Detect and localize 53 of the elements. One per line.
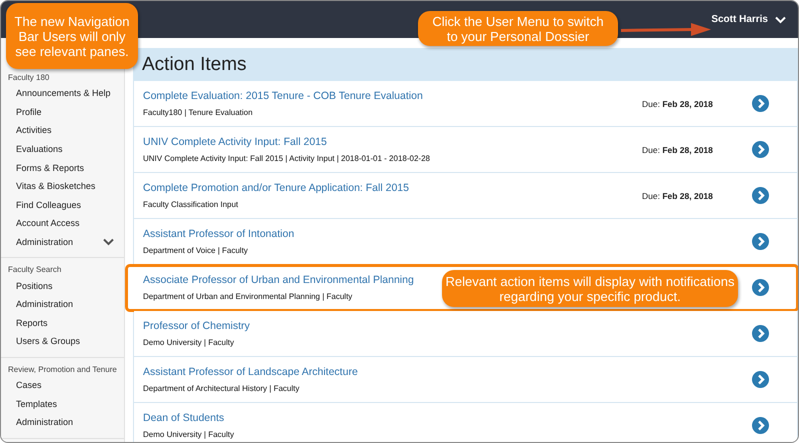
nav-link[interactable]: Templates: [16, 398, 58, 409]
nav-link[interactable]: Administration: [16, 299, 74, 310]
nav-link[interactable]: Cases: [16, 380, 42, 390]
chevron-circle-icon[interactable]: [752, 187, 769, 204]
nav-link[interactable]: Forms & Reports: [16, 162, 84, 173]
nav-link[interactable]: Positions: [16, 280, 53, 291]
nav-link[interactable]: Administration: [16, 237, 74, 248]
nav-link[interactable]: Announcements & Help: [16, 88, 111, 98]
action-item-details: Department of Voice | Faculty: [143, 246, 248, 255]
nav-link[interactable]: Account Access: [16, 218, 80, 228]
nav-link[interactable]: Activities: [16, 125, 52, 136]
callout-note: The new Navigation Bar Users will only see relevant panes.: [6, 3, 138, 69]
chevron-circle-icon[interactable]: [752, 95, 769, 112]
nav-link[interactable]: Profile: [16, 106, 42, 117]
nav-link[interactable]: Find Colleagues: [16, 200, 82, 210]
nav-link[interactable]: Users & Groups: [16, 336, 80, 346]
callout-note: Click the User Menu to switch to your Personal Dossier: [418, 11, 618, 46]
user-menu[interactable]: Scott Harris: [711, 14, 768, 25]
due-date: Due: Feb 28, 2018: [642, 144, 714, 154]
action-item-link[interactable]: Complete Promotion and/or Tenure Application: Fall 2015: [143, 182, 409, 194]
action-item-details: Demo University | Faculty: [143, 430, 234, 439]
action-item-details: Faculty180 | Tenure Evaluation: [143, 108, 253, 117]
chevron-circle-icon[interactable]: [752, 325, 769, 342]
action-item-details: UNIV Complete Activity Input: Fall 2015 | Activity Input | 2018-01-01 - 2018-02-28: [143, 154, 430, 163]
chevron-down-icon[interactable]: [103, 238, 114, 246]
chevron-circle-icon[interactable]: [752, 141, 769, 158]
action-item-link[interactable]: Assistant Professor of Intonation: [143, 228, 294, 240]
nav-link[interactable]: Reports: [16, 318, 48, 328]
due-date: Due: Feb 28, 2018: [642, 190, 714, 200]
chevron-circle-icon[interactable]: [752, 233, 769, 250]
chevron-circle-icon[interactable]: [752, 371, 769, 388]
section-heading: Faculty 180: [7, 72, 50, 84]
nav-link[interactable]: Evaluations: [16, 144, 63, 154]
action-item-details: Department of Architectural History | Faculty: [143, 384, 300, 393]
due-date: Due: Feb 28, 2018: [642, 98, 714, 108]
action-item-link[interactable]: Complete Evaluation: 2015 Tenure - COB Tenure Evaluation: [143, 90, 423, 102]
callout-note: Relevant action items will display with notifications regarding your specific product.: [442, 270, 738, 307]
chevron-circle-icon[interactable]: [752, 417, 769, 434]
action-item-link[interactable]: Dean of Students: [143, 412, 224, 424]
arrow-icon: [621, 22, 713, 38]
page-heading: Action Items: [133, 48, 798, 81]
chevron-circle-icon[interactable]: [752, 279, 769, 296]
action-item-link[interactable]: UNIV Complete Activity Input: Fall 2015: [143, 136, 327, 148]
action-item-details: Department of Urban and Environmental Planning | Faculty: [143, 292, 352, 301]
action-item-details: Demo University | Faculty: [143, 338, 234, 347]
action-item-link[interactable]: Professor of Chemistry: [143, 320, 250, 332]
action-item-details: Faculty Classification Input: [143, 200, 238, 209]
nav-link[interactable]: Vitas & Biosketches: [16, 181, 96, 192]
section-heading: Faculty Search: [7, 264, 62, 276]
section-heading: Review, Promotion and Tenure: [7, 364, 118, 376]
action-item-link[interactable]: Assistant Professor of Landscape Architecture: [143, 366, 358, 378]
nav-link[interactable]: Administration: [16, 417, 74, 428]
action-item-link[interactable]: Associate Professor of Urban and Environmental Planning: [143, 274, 414, 286]
